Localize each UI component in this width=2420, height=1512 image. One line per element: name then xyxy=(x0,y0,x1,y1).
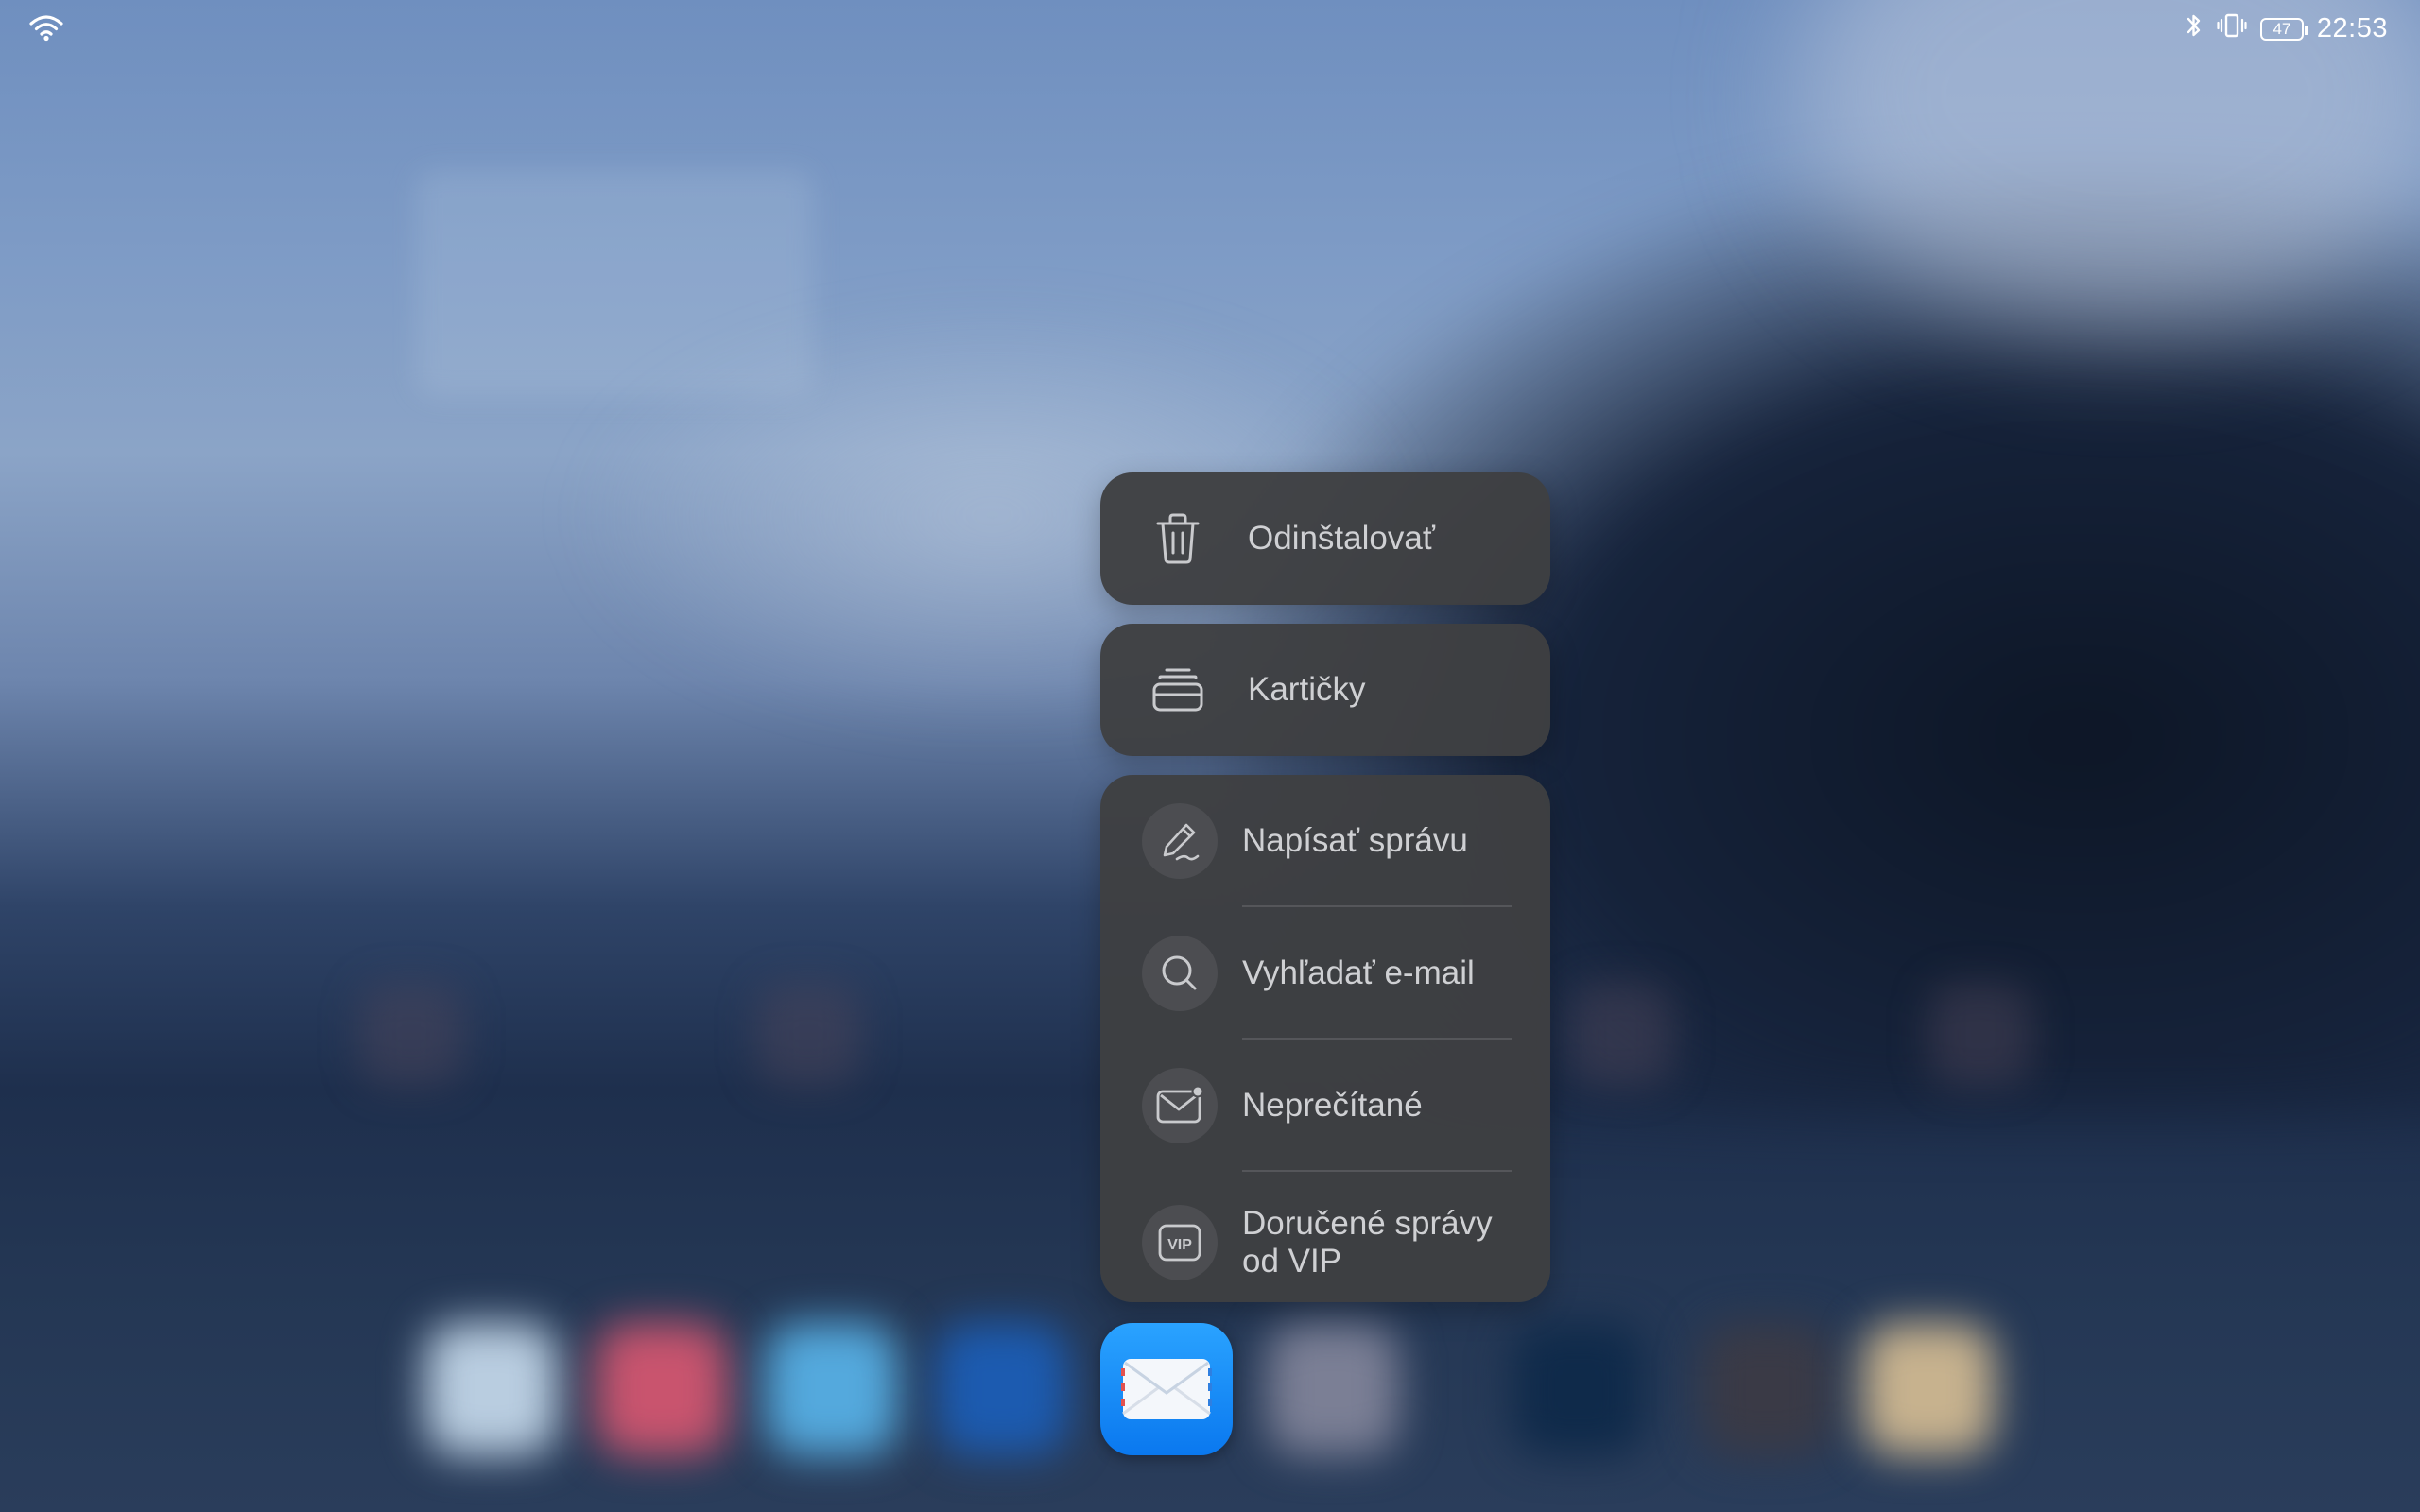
blurred-app-icon xyxy=(359,983,463,1087)
blurred-dock-icon xyxy=(936,1323,1068,1455)
shortcut-unread[interactable]: Neprečítané xyxy=(1100,1068,1550,1143)
battery-percent: 47 xyxy=(2273,19,2291,38)
svg-text:VIP: VIP xyxy=(1167,1237,1192,1253)
shortcut-compose[interactable]: Napísať správu xyxy=(1100,803,1550,879)
blurred-app-icon xyxy=(1569,983,1673,1087)
blurred-widget xyxy=(416,170,813,397)
divider xyxy=(1242,1170,1512,1172)
status-bar: 47 22:53 xyxy=(0,0,2420,57)
search-icon xyxy=(1142,936,1218,1011)
blurred-dock-icon xyxy=(766,1323,898,1455)
blurred-dock-icon xyxy=(1702,1323,1834,1455)
uninstall-menu-item[interactable]: Odinštalovať xyxy=(1100,472,1550,605)
blurred-dock-icon xyxy=(1512,1323,1645,1455)
unread-mail-icon xyxy=(1142,1068,1218,1143)
trash-icon xyxy=(1150,510,1206,567)
blurred-dock-icon xyxy=(425,1323,558,1455)
blurred-dock-icon xyxy=(596,1323,728,1455)
uninstall-label: Odinštalovať xyxy=(1248,520,1435,557)
bluetooth-icon xyxy=(2185,11,2204,46)
cards-stack-icon xyxy=(1150,662,1206,718)
shortcut-vip-inbox[interactable]: VIP Doručené správy od VIP xyxy=(1100,1202,1550,1283)
shortcut-label-line1: Doručené správy xyxy=(1242,1205,1493,1242)
vip-icon: VIP xyxy=(1142,1205,1218,1280)
mail-app-icon[interactable] xyxy=(1100,1323,1233,1455)
blurred-app-icon xyxy=(1928,983,2032,1087)
cards-menu-item[interactable]: Kartičky xyxy=(1100,624,1550,756)
divider xyxy=(1242,905,1512,907)
shortcut-label: Vyhľadať e-mail xyxy=(1242,954,1475,991)
app-shortcuts-menu: Napísať správu Vyhľadať e-mail Neprečíta… xyxy=(1100,775,1550,1302)
divider xyxy=(1242,1038,1512,1040)
status-time: 22:53 xyxy=(2316,13,2388,43)
shortcut-label-line2: od VIP xyxy=(1242,1243,1342,1280)
shortcut-search-email[interactable]: Vyhľadať e-mail xyxy=(1100,936,1550,1011)
cards-label: Kartičky xyxy=(1248,671,1366,708)
blurred-dock-icon xyxy=(1862,1323,1995,1455)
wifi-icon xyxy=(28,13,64,48)
shortcut-label: Doručené správy od VIP xyxy=(1242,1205,1493,1280)
envelope-icon xyxy=(1121,1359,1212,1419)
vibrate-icon xyxy=(2217,11,2247,46)
blurred-app-icon xyxy=(756,983,860,1087)
pen-icon xyxy=(1142,803,1218,879)
shortcut-label: Neprečítané xyxy=(1242,1087,1423,1124)
battery-icon: 47 xyxy=(2259,17,2308,41)
shortcut-label: Napísať správu xyxy=(1242,822,1468,859)
blurred-dock-icon xyxy=(1267,1323,1399,1455)
